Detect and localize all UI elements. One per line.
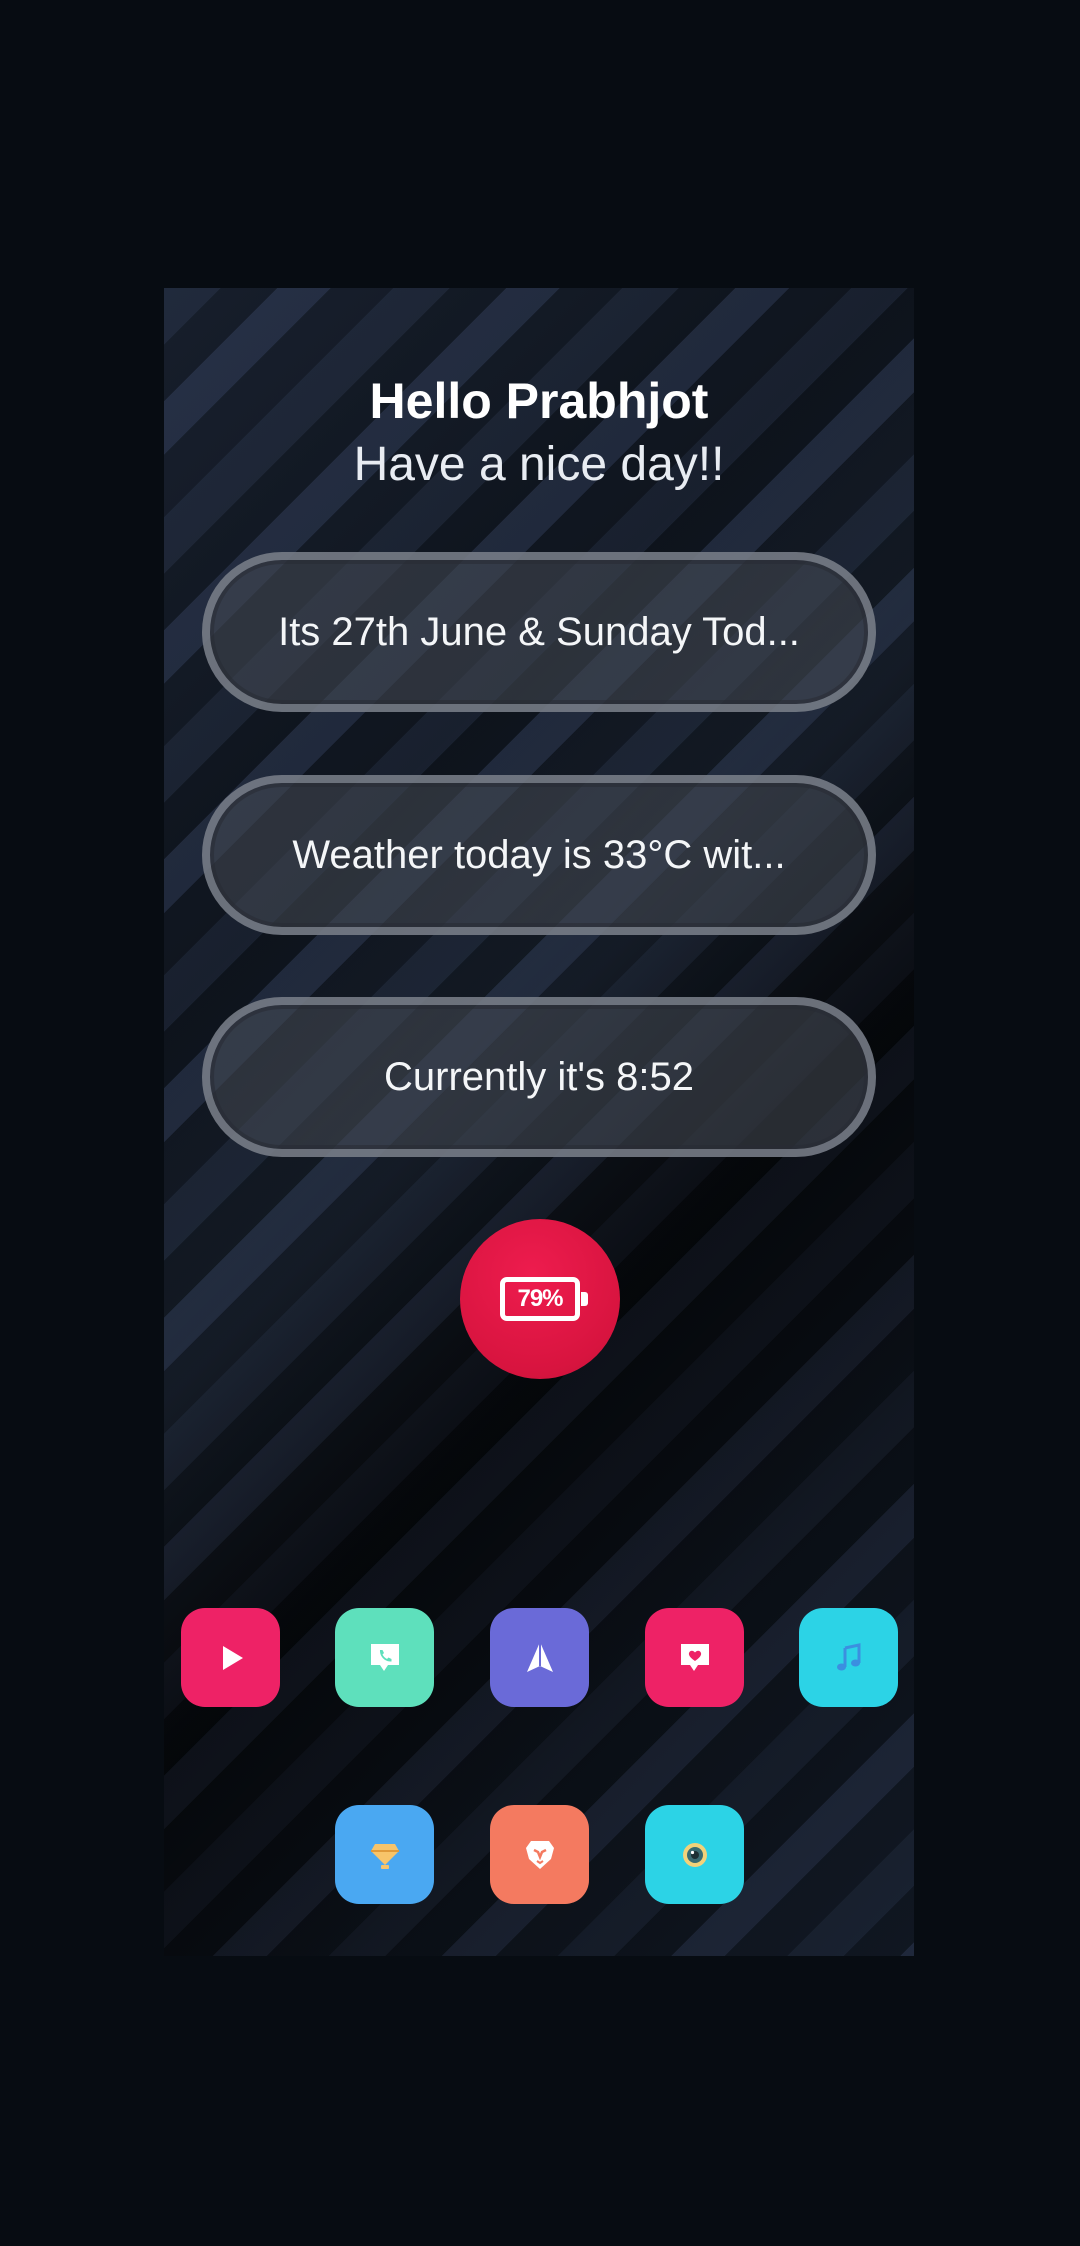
phone-chat-icon [370, 1643, 399, 1671]
lion-icon [525, 1840, 554, 1869]
phone-app-icon[interactable] [335, 1608, 434, 1707]
diamond-icon [370, 1843, 399, 1869]
greeting-subtitle: Have a nice day!! [353, 438, 725, 491]
play-icon [222, 1645, 243, 1670]
dating-app-icon[interactable] [645, 1608, 744, 1707]
battery-label: 79% [517, 1285, 563, 1312]
camera-app-icon[interactable] [645, 1805, 744, 1904]
time-pill[interactable]: Currently it's 8:52 [202, 997, 876, 1157]
paper-plane-icon [526, 1641, 553, 1672]
weather-text: Weather today is 33°C wit... [292, 832, 786, 877]
music-app-icon[interactable] [799, 1608, 898, 1707]
time-text: Currently it's 8:52 [384, 1054, 694, 1099]
telegram-app-icon[interactable] [490, 1608, 589, 1707]
video-app-icon[interactable] [181, 1608, 280, 1707]
camera-lens-icon [682, 1842, 707, 1867]
greeting-title: Hello Prabhjot [369, 373, 709, 429]
battery-button[interactable]: 79% [460, 1219, 620, 1379]
date-pill[interactable]: Its 27th June & Sunday Tod... [202, 552, 876, 712]
heart-chat-icon [680, 1643, 709, 1671]
battery-icon: 79% [500, 1277, 588, 1321]
music-note-icon [836, 1642, 860, 1670]
weather-pill[interactable]: Weather today is 33°C wit... [202, 775, 876, 935]
brave-app-icon[interactable] [490, 1805, 589, 1904]
date-text: Its 27th June & Sunday Tod... [278, 609, 800, 654]
home-screen: Hello Prabhjot Have a nice day!! Its 27t… [0, 0, 1080, 2246]
gems-app-icon[interactable] [335, 1805, 434, 1904]
